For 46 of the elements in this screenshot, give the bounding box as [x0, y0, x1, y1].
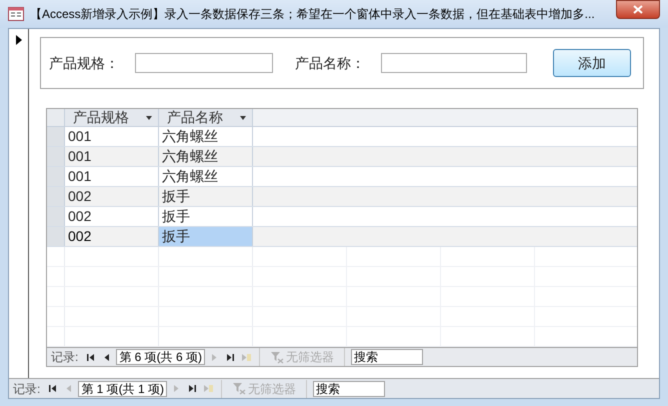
row-selector[interactable]: [47, 227, 65, 246]
new-record-icon: [203, 383, 214, 394]
row-selector[interactable]: [47, 127, 65, 146]
table-cell: 扳手: [159, 227, 253, 246]
row-selector[interactable]: [47, 147, 65, 166]
filter-icon: [270, 350, 284, 364]
table-cell: 扳手: [159, 207, 253, 226]
table-cell: 六角螺丝: [159, 127, 253, 146]
skip-back-icon: [48, 383, 58, 394]
table-cell: 001: [65, 147, 159, 166]
field-label: 产品规格：: [49, 54, 119, 72]
field-label: 产品名称：: [295, 54, 365, 72]
table-cell: 001: [65, 127, 159, 146]
table-cell: 扳手: [159, 187, 253, 206]
text-field[interactable]: [135, 53, 273, 73]
record-label: 记录:: [51, 349, 80, 366]
skip-back-icon: [86, 352, 96, 362]
close-icon: [633, 5, 643, 14]
row-selector[interactable]: [47, 167, 65, 186]
table-cell: 002: [65, 207, 159, 226]
skip-forward-icon: [225, 352, 236, 362]
dropdown-icon: [240, 116, 246, 120]
record-label: 记录:: [13, 380, 42, 398]
column-header[interactable]: 产品名称: [159, 109, 253, 126]
form-icon: [8, 7, 24, 21]
record-position-field[interactable]: 第 6 项(共 6 项): [116, 349, 206, 365]
row-selector[interactable]: [47, 207, 65, 226]
record-position-field[interactable]: 第 1 项(共 1 项): [78, 380, 168, 396]
close-button[interactable]: [616, 0, 660, 19]
table-cell: 002: [65, 187, 159, 206]
search-field[interactable]: 搜索: [313, 380, 386, 396]
window-title: 【Access新增录入示例】录入一条数据保存三条；希望在一个窗体中录入一条数据，但在基础表中增加多...: [30, 6, 596, 23]
add-button[interactable]: 添加: [553, 49, 631, 77]
new-record-icon: [241, 352, 252, 362]
dropdown-icon: [146, 116, 152, 120]
current-record-icon: [14, 35, 22, 45]
table-cell: 六角螺丝: [159, 167, 253, 186]
filter-icon: [232, 382, 246, 395]
row-selector[interactable]: [47, 187, 65, 206]
text-field[interactable]: [381, 53, 527, 73]
select-all-button[interactable]: [47, 109, 65, 126]
skip-forward-icon: [187, 383, 198, 394]
table-cell: 六角螺丝: [159, 147, 253, 166]
column-header[interactable]: 产品规格: [65, 109, 159, 126]
search-field[interactable]: 搜索: [351, 349, 424, 365]
table-cell: 001: [65, 167, 159, 186]
